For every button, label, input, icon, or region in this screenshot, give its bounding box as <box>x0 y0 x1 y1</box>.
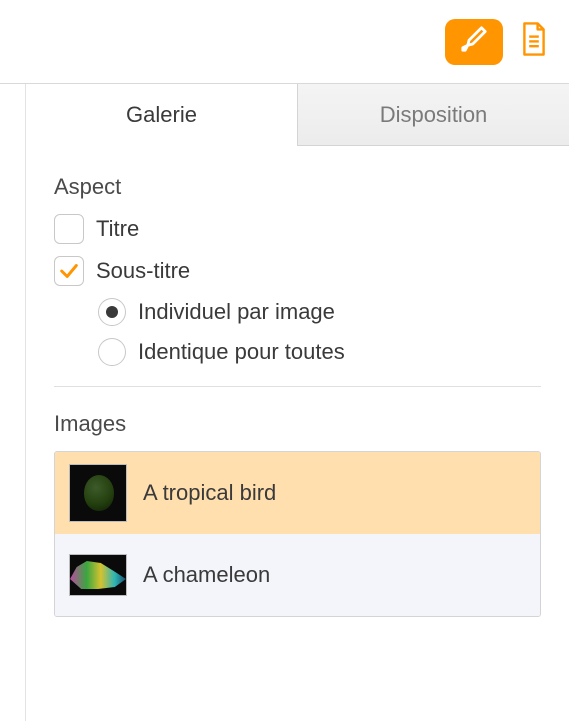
title-checkbox[interactable] <box>54 214 84 244</box>
section-divider <box>54 386 541 387</box>
tab-gallery-label: Galerie <box>126 102 197 128</box>
subtitle-checkbox-label: Sous-titre <box>96 258 190 284</box>
radio-individual-row: Individuel par image <box>98 298 541 326</box>
image-list-item[interactable]: A chameleon <box>55 534 540 616</box>
radio-individual[interactable] <box>98 298 126 326</box>
format-button[interactable] <box>445 19 503 65</box>
image-caption: A tropical bird <box>143 480 276 506</box>
tab-bar: Galerie Disposition <box>26 84 569 146</box>
subtitle-checkbox[interactable] <box>54 256 84 286</box>
title-checkbox-label: Titre <box>96 216 139 242</box>
title-checkbox-row: Titre <box>54 214 541 244</box>
tab-layout-label: Disposition <box>380 102 488 128</box>
paintbrush-icon <box>459 24 489 59</box>
subtitle-radio-group: Individuel par image Identique pour tout… <box>54 298 541 366</box>
image-list: A tropical bird A chameleon <box>54 451 541 617</box>
aspect-heading: Aspect <box>54 174 541 200</box>
inspector-panel: Galerie Disposition Aspect Titre Sous-ti… <box>26 84 569 721</box>
image-thumbnail <box>69 554 127 596</box>
tab-layout[interactable]: Disposition <box>297 84 569 146</box>
tab-gallery[interactable]: Galerie <box>26 84 297 146</box>
subtitle-checkbox-row: Sous-titre <box>54 256 541 286</box>
main-area: Galerie Disposition Aspect Titre Sous-ti… <box>0 84 569 721</box>
image-list-item[interactable]: A tropical bird <box>55 452 540 534</box>
radio-individual-label: Individuel par image <box>138 299 335 325</box>
document-button[interactable] <box>517 21 551 63</box>
radio-same-label: Identique pour toutes <box>138 339 345 365</box>
images-heading: Images <box>54 411 541 437</box>
image-caption: A chameleon <box>143 562 270 588</box>
radio-same[interactable] <box>98 338 126 366</box>
toolbar <box>0 0 569 84</box>
document-icon <box>519 21 549 62</box>
left-gutter <box>0 84 26 721</box>
image-thumbnail <box>69 464 127 522</box>
aspect-section: Aspect Titre Sous-titre Individuel par i… <box>26 146 569 617</box>
radio-same-row: Identique pour toutes <box>98 338 541 366</box>
